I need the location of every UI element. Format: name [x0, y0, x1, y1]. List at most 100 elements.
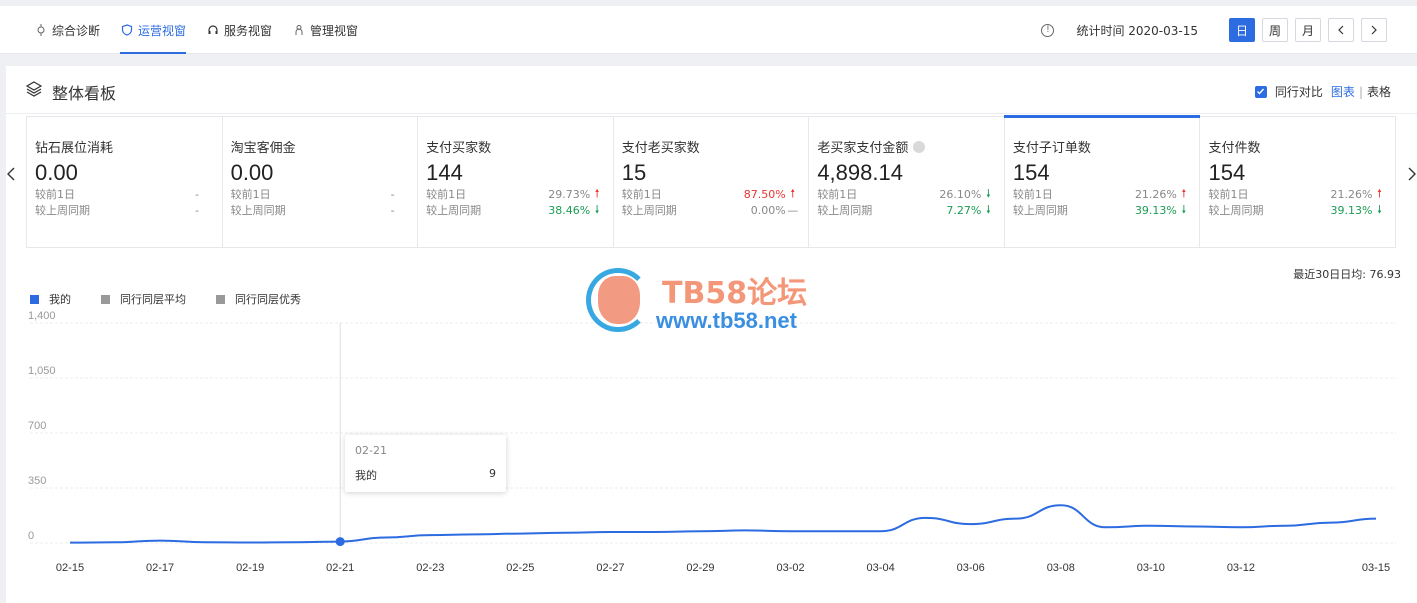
- view-controls: 同行对比 图表 | 表格: [1254, 83, 1391, 100]
- compare-checkbox[interactable]: [1254, 85, 1267, 98]
- legend-swatch: [216, 294, 225, 304]
- y-tick-label: 700: [28, 420, 46, 432]
- metric-week-compare: 较上周同期 38.46% 🠗: [426, 202, 605, 218]
- flat-icon: —: [787, 203, 799, 217]
- period-week-button[interactable]: 周: [1262, 18, 1288, 42]
- x-tick-label: 02-27: [596, 562, 624, 574]
- view-table-link[interactable]: 表格: [1367, 83, 1391, 100]
- metric-label: 淘宝客佣金: [230, 141, 296, 156]
- x-tick-label: 03-10: [1137, 562, 1165, 574]
- hand-icon: [598, 276, 640, 324]
- x-tick-label: 03-06: [957, 562, 985, 574]
- arrow-down-icon: 🠗: [985, 202, 991, 216]
- tab-service[interactable]: 服务视窗: [206, 6, 272, 54]
- series-line-mine: [69, 504, 1377, 544]
- metric-card[interactable]: 老买家支付金额 4,898.14 较前1日 26.10% 🠗 较上周同期 7.27% 🠗: [809, 117, 1005, 247]
- chevron-left-icon: [7, 167, 15, 181]
- tab-diagnosis[interactable]: 综合诊断: [34, 6, 100, 54]
- x-tick-label: 02-21: [326, 562, 354, 574]
- metric-day-compare: 较前1日 29.73% 🠕: [426, 186, 605, 202]
- metric-card[interactable]: 支付买家数 144 较前1日 29.73% 🠕 较上周同期 38.46% 🠗: [418, 117, 614, 247]
- view-chart-link[interactable]: 图表: [1331, 83, 1355, 100]
- tab-label: 综合诊断: [52, 23, 101, 38]
- top-nav: 综合诊断 运营视窗 服务视窗 管理视窗 ! 统计时间 2020-03-15 日 …: [0, 6, 1417, 54]
- metric-card[interactable]: 支付件数 154 较前1日 21.26% 🠕 较上周同期 39.13% 🠗: [1200, 117, 1395, 247]
- watermark: TB58论坛 www.tb58.net: [586, 268, 846, 338]
- metric-card[interactable]: 淘宝客佣金 0.00 较前1日 - 较上周同期 -: [223, 117, 419, 247]
- next-date-button[interactable]: [1361, 18, 1387, 42]
- tooltip-date: 02-21: [355, 444, 387, 457]
- shield-icon: [120, 23, 134, 37]
- help-icon[interactable]: [913, 140, 926, 153]
- tooltip-series: 我的: [355, 469, 377, 482]
- y-tick-label: 1,050: [28, 365, 56, 377]
- legend-label: 同行同层优秀: [235, 293, 301, 306]
- legend-label: 我的: [49, 293, 71, 306]
- tab-label: 运营视窗: [138, 23, 187, 38]
- nav-tabs: 综合诊断 运营视窗 服务视窗 管理视窗: [34, 6, 378, 54]
- legend-item-mine[interactable]: 我的: [30, 291, 71, 307]
- x-tick-label: 03-15: [1362, 562, 1390, 574]
- metric-day-compare: 较前1日 21.26% 🠕: [1013, 186, 1192, 202]
- legend-label: 同行同层平均: [120, 293, 186, 306]
- chevron-left-icon: [1338, 25, 1344, 35]
- watermark-title: TB58论坛: [662, 276, 808, 311]
- metric-week-compare: 较上周同期 7.27% 🠗: [817, 202, 996, 218]
- info-icon[interactable]: !: [1041, 23, 1055, 37]
- headset-icon: [206, 23, 220, 37]
- arrow-down-icon: 🠗: [594, 202, 600, 216]
- page-title: 整体看板: [52, 84, 117, 103]
- chart-tooltip: 02-21 我的 9: [345, 435, 506, 492]
- metric-value: 15: [621, 160, 647, 185]
- chevron-right-icon: [1408, 167, 1416, 181]
- legend-swatch: [101, 294, 110, 304]
- x-tick-label: 03-04: [867, 562, 895, 574]
- metric-label: 支付老买家数: [621, 141, 700, 156]
- overview-card: 整体看板 同行对比 图表 | 表格 钻石展位消耗 0.00 较前1日 - 较上周同期 - 淘…: [6, 66, 1417, 603]
- metric-label: 钻石展位消耗: [35, 141, 114, 156]
- layers-icon: [25, 80, 43, 102]
- metric-week-compare: 较上周同期 39.13% 🠗: [1208, 202, 1387, 218]
- metric-card[interactable]: 支付子订单数 154 较前1日 21.26% 🠕 较上周同期 39.13% 🠗: [1003, 115, 1201, 247]
- tab-operation[interactable]: 运营视窗: [120, 6, 187, 54]
- average-label: 最近30日日均: 76.93: [1293, 268, 1401, 281]
- tab-management[interactable]: 管理视窗: [292, 6, 358, 54]
- y-tick-label: 0: [28, 530, 34, 542]
- tab-label: 管理视窗: [310, 23, 359, 38]
- tooltip-row: 我的 9: [355, 467, 496, 483]
- x-tick-label: 03-12: [1227, 562, 1255, 574]
- view-separator: |: [1358, 84, 1363, 99]
- manage-icon: [292, 23, 306, 37]
- prev-date-button[interactable]: [1328, 18, 1354, 42]
- prev-metrics-button[interactable]: [6, 166, 16, 187]
- trend-chart: 1,4001,050700350002-15 02-17 02-19 02-21 02-…: [28, 311, 1396, 574]
- arrow-down-icon: 🠗: [1377, 202, 1382, 216]
- arrow-down-icon: 🠗: [1181, 202, 1187, 216]
- metric-day-compare: 较前1日 87.50% 🠕: [622, 186, 801, 202]
- tab-label: 服务视窗: [224, 23, 273, 38]
- period-day-button[interactable]: 日: [1229, 18, 1255, 42]
- x-tick-label: 02-29: [686, 562, 714, 574]
- metric-card[interactable]: 钻石展位消耗 0.00 较前1日 - 较上周同期 -: [27, 117, 223, 247]
- x-tick-label: 02-23: [416, 562, 444, 574]
- x-tick-label: 02-25: [506, 562, 534, 574]
- card-header: 整体看板 同行对比 图表 | 表格: [6, 66, 1417, 114]
- tooltip-value: 9: [489, 467, 496, 480]
- stat-time: 统计时间 2020-03-15: [1076, 23, 1198, 38]
- metric-value: 144: [426, 160, 463, 185]
- legend-item-peer-excellent[interactable]: 同行同层优秀: [216, 291, 301, 307]
- metric-week-compare: 较上周同期 -: [230, 203, 395, 218]
- x-tick-label: 03-02: [776, 562, 804, 574]
- metric-card[interactable]: 支付老买家数 15 较前1日 87.50% 🠕 较上周同期 0.00% —: [614, 117, 810, 247]
- metric-value: 154: [1208, 160, 1246, 185]
- compare-label[interactable]: 同行对比: [1275, 83, 1323, 100]
- period-month-button[interactable]: 月: [1295, 18, 1321, 42]
- legend-item-peer-avg[interactable]: 同行同层平均: [101, 291, 186, 307]
- period-controls: ! 统计时间 2020-03-15 日 周 月: [1041, 6, 1387, 54]
- metric-label: 支付买家数: [426, 141, 492, 156]
- metric-day-compare: 较前1日 -: [230, 187, 395, 202]
- next-metrics-button[interactable]: [1407, 166, 1417, 187]
- y-tick-label: 350: [28, 475, 46, 487]
- x-tick-label: 02-17: [146, 562, 174, 574]
- x-tick-label: 02-19: [236, 562, 264, 574]
